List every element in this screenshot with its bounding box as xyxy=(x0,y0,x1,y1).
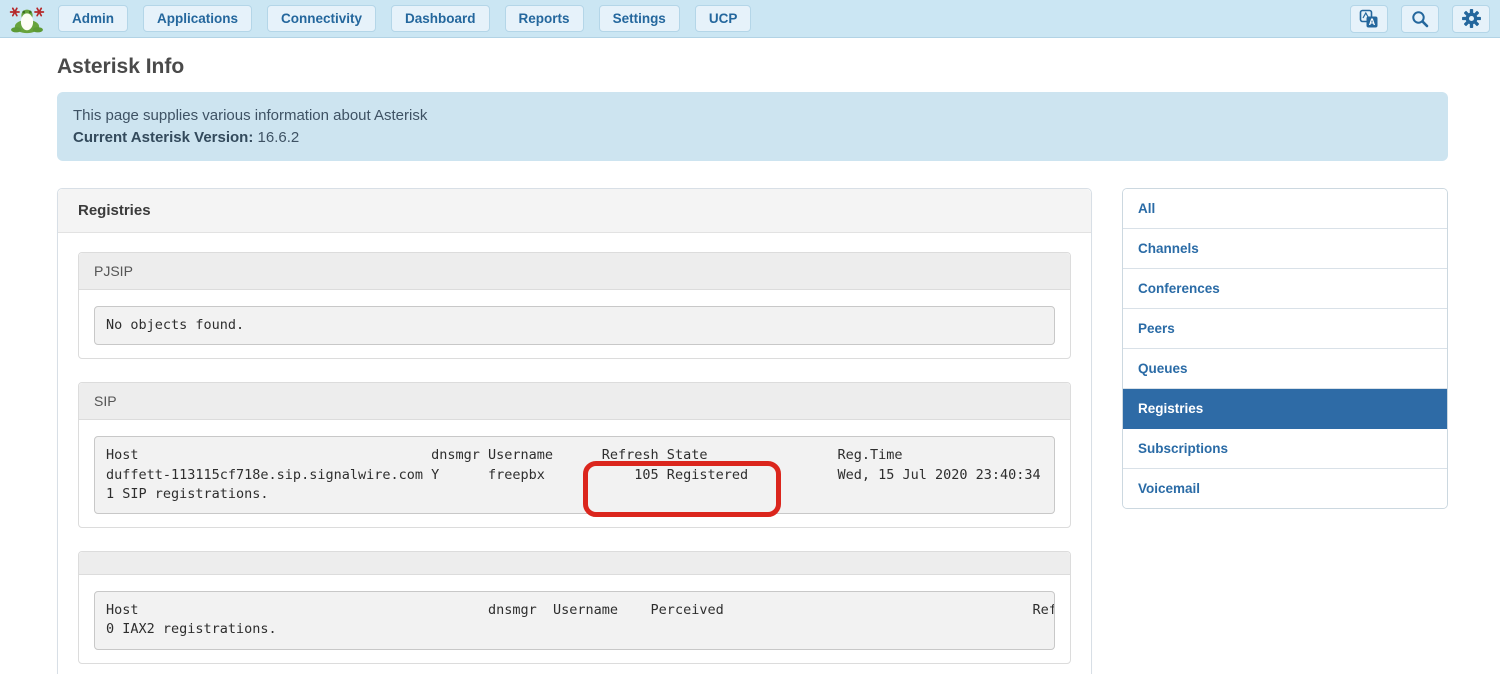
navbar-actions: A xyxy=(1350,5,1490,33)
menu-item-connectivity[interactable]: Connectivity xyxy=(267,5,376,32)
pjsip-registry-output: No objects found. xyxy=(94,306,1055,345)
svg-text:A: A xyxy=(1369,17,1376,27)
search-icon xyxy=(1410,9,1430,29)
registries-panel-body: PJSIP No objects found. SIP Host dnsmgr … xyxy=(58,233,1091,674)
search-button[interactable] xyxy=(1401,5,1439,33)
language-button[interactable]: A xyxy=(1350,5,1388,33)
main-menu: Admin Applications Connectivity Dashboar… xyxy=(58,5,751,32)
iax2-section-label xyxy=(79,552,1070,575)
registries-panel: Registries PJSIP No objects found. SIP H… xyxy=(57,188,1092,674)
sidebar-item-conferences[interactable]: Conferences xyxy=(1123,269,1447,309)
language-icon: A xyxy=(1359,9,1379,29)
sip-section: SIP Host dnsmgr Username Refresh State R… xyxy=(78,382,1071,528)
top-navbar: Admin Applications Connectivity Dashboar… xyxy=(0,0,1500,38)
sidebar-item-subscriptions[interactable]: Subscriptions xyxy=(1123,429,1447,469)
sidebar-item-voicemail[interactable]: Voicemail xyxy=(1123,469,1447,508)
version-label: Current Asterisk Version: xyxy=(73,129,253,146)
page-title: Asterisk Info xyxy=(57,55,1448,79)
freepbx-frog-logo[interactable] xyxy=(6,3,48,35)
sidebar-item-channels[interactable]: Channels xyxy=(1123,229,1447,269)
menu-item-applications[interactable]: Applications xyxy=(143,5,252,32)
settings-button[interactable] xyxy=(1452,5,1490,33)
sidebar-item-peers[interactable]: Peers xyxy=(1123,309,1447,349)
iax2-section: Host dnsmgr Username Perceived Refresh S… xyxy=(78,551,1071,664)
menu-item-settings[interactable]: Settings xyxy=(599,5,680,32)
sip-section-label: SIP xyxy=(79,383,1070,420)
menu-item-reports[interactable]: Reports xyxy=(505,5,584,32)
sip-registry-output: Host dnsmgr Username Refresh State Reg.T… xyxy=(94,436,1055,514)
banner-description: This page supplies various information a… xyxy=(73,105,1432,127)
menu-item-ucp[interactable]: UCP xyxy=(695,5,752,32)
menu-item-dashboard[interactable]: Dashboard xyxy=(391,5,490,32)
sidebar-item-queues[interactable]: Queues xyxy=(1123,349,1447,389)
pjsip-section-label: PJSIP xyxy=(79,253,1070,290)
info-category-list: All Channels Conferences Peers Queues Re… xyxy=(1122,188,1448,509)
registries-panel-title: Registries xyxy=(58,189,1091,233)
frog-logo-graphic xyxy=(8,4,46,34)
banner-version-line: Current Asterisk Version: 16.6.2 xyxy=(73,127,1432,149)
menu-item-admin[interactable]: Admin xyxy=(58,5,128,32)
version-value: 16.6.2 xyxy=(253,129,299,146)
gear-icon xyxy=(1461,8,1482,29)
iax2-registry-output: Host dnsmgr Username Perceived Refresh S… xyxy=(94,591,1055,650)
asterisk-info-banner: This page supplies various information a… xyxy=(57,92,1448,161)
sidebar-item-all[interactable]: All xyxy=(1123,189,1447,229)
pjsip-section: PJSIP No objects found. xyxy=(78,252,1071,359)
page-content: Asterisk Info This page supplies various… xyxy=(0,38,1500,674)
sidebar-item-registries[interactable]: Registries xyxy=(1123,389,1447,429)
main-row: Registries PJSIP No objects found. SIP H… xyxy=(57,188,1448,674)
